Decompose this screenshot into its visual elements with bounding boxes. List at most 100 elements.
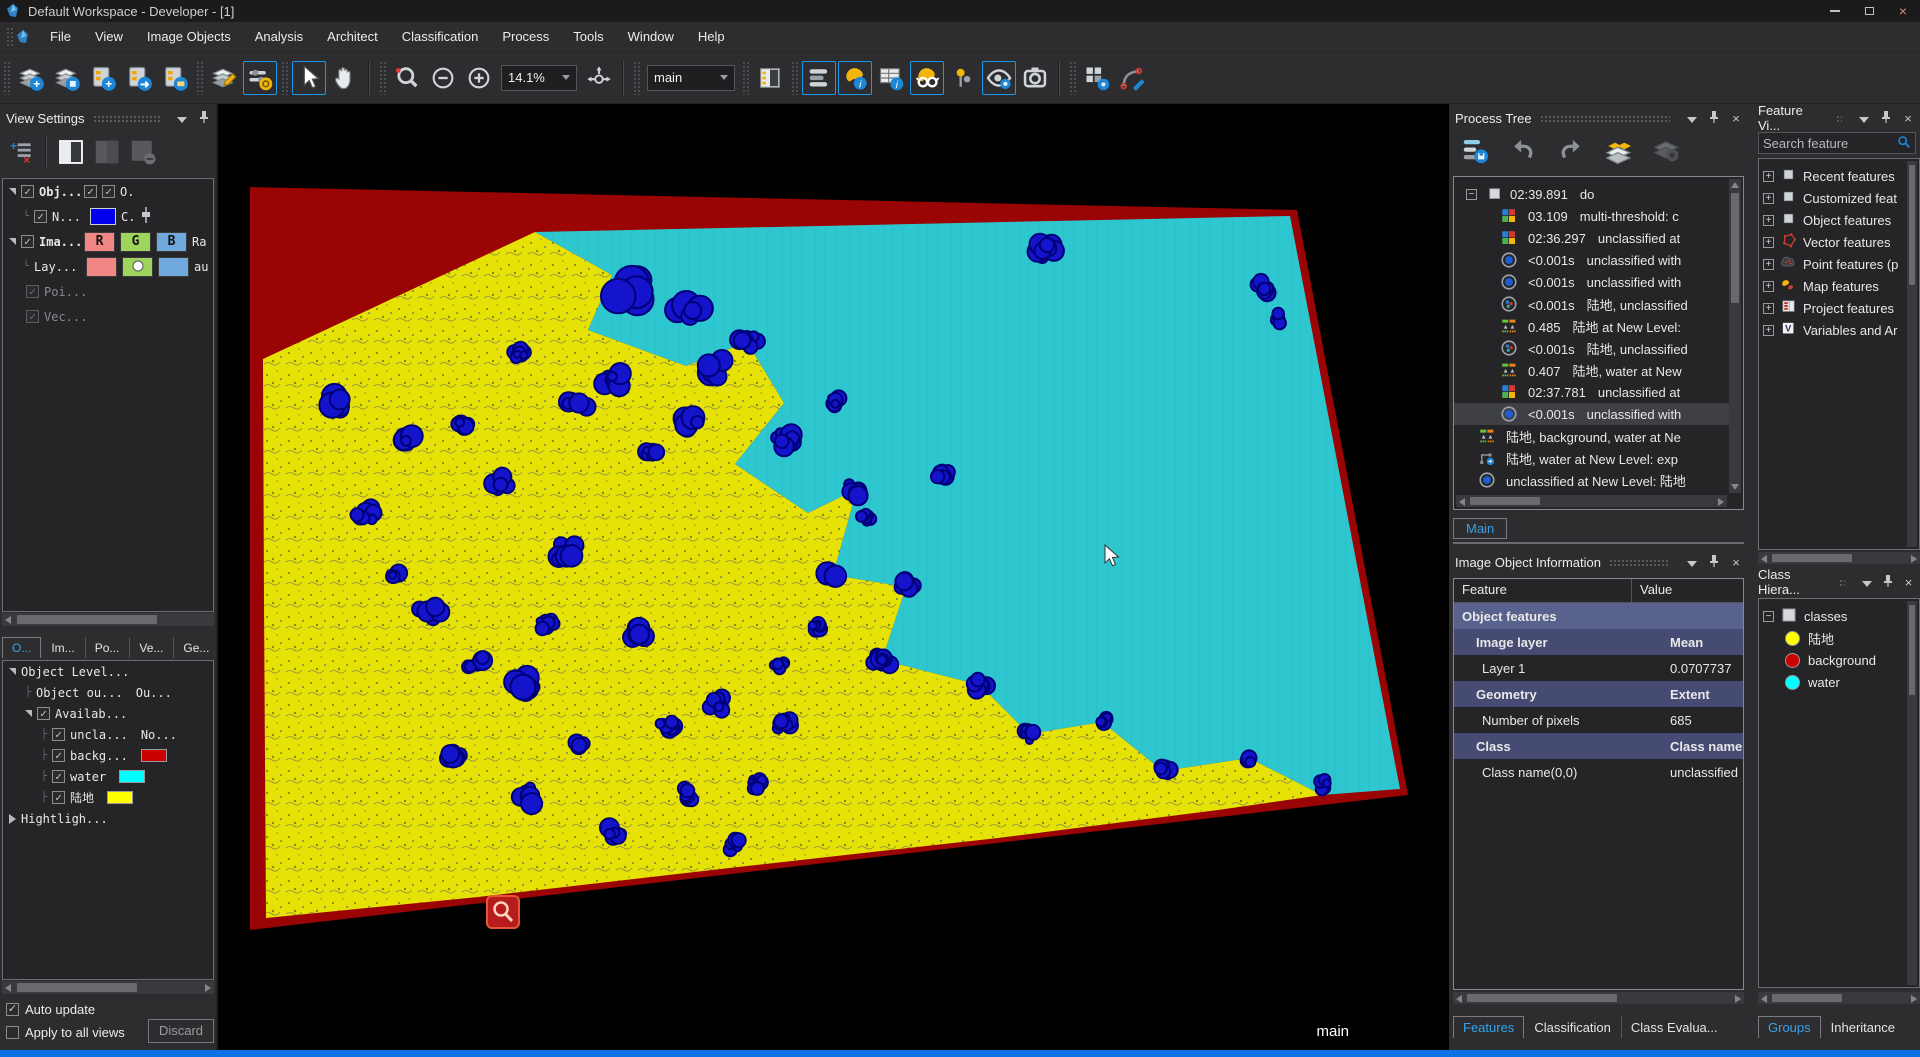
scroll-thumb[interactable]: [1909, 605, 1915, 695]
process-row[interactable]: <0.001s陆地, unclassified: [1454, 293, 1729, 315]
toolbar-group-handle[interactable]: [633, 61, 640, 95]
zoom-out-icon[interactable]: [426, 61, 460, 95]
expand-icon[interactable]: +: [1763, 259, 1774, 270]
panel-menu-icon[interactable]: [174, 111, 190, 126]
left-tab-2[interactable]: Po...: [85, 637, 130, 658]
apply-all-views-checkbox[interactable]: [6, 1026, 19, 1039]
panel-drag-handle[interactable]: [93, 115, 160, 122]
panel-drag-handle[interactable]: [1836, 115, 1842, 122]
process-row[interactable]: 0.407陆地, water at New: [1454, 359, 1729, 381]
object-tree-row[interactable]: ├✓uncla...No...: [3, 724, 213, 745]
view-pin-icon[interactable]: [946, 61, 980, 95]
feature-search-input[interactable]: [1759, 136, 1893, 151]
process-row[interactable]: <0.001s陆地, unclassified: [1454, 337, 1729, 359]
map-select-combo[interactable]: main: [647, 65, 735, 91]
panel-drag-handle[interactable]: [1609, 559, 1670, 566]
close-panel-icon[interactable]: ×: [1728, 111, 1744, 126]
pin-icon[interactable]: [1706, 554, 1722, 571]
left-tab-0[interactable]: O...: [2, 637, 41, 658]
collapse-icon[interactable]: −: [1466, 189, 1477, 200]
ioi-col-value[interactable]: Value: [1632, 579, 1680, 602]
class-hierarchy-hscrollbar[interactable]: [1758, 992, 1920, 1004]
menubar-handle[interactable]: [6, 27, 14, 47]
view-settings-hscrollbar[interactable]: [2, 613, 214, 626]
panel-drag-handle[interactable]: [1540, 115, 1670, 122]
checkbox[interactable]: ✓: [52, 749, 65, 762]
view-table-icon[interactable]: i: [874, 61, 908, 95]
left-tab-3[interactable]: Ve...: [129, 637, 173, 658]
process-settings-icon[interactable]: [1650, 133, 1684, 167]
view-settings-row[interactable]: ✓Vec...: [3, 304, 213, 329]
collapse-icon[interactable]: [9, 814, 16, 824]
menu-item-architect[interactable]: Architect: [315, 24, 390, 49]
split-view-icon[interactable]: [753, 61, 787, 95]
checkbox[interactable]: ✓: [52, 791, 65, 804]
process-row[interactable]: 陆地, background, water at Ne: [1454, 425, 1729, 447]
expand-icon[interactable]: +: [1763, 215, 1774, 226]
feature-view-row[interactable]: +Object features: [1763, 209, 1907, 231]
object-tree-row[interactable]: ✓Availab...: [3, 703, 213, 724]
layer-color-swatch[interactable]: [90, 208, 116, 225]
band-cell[interactable]: B: [156, 232, 187, 252]
toolbar-group-handle[interactable]: [281, 61, 288, 95]
menu-item-analysis[interactable]: Analysis: [243, 24, 315, 49]
pin-icon[interactable]: [1880, 574, 1895, 591]
process-row[interactable]: <0.001sunclassified with: [1454, 249, 1729, 271]
feature-view-hscrollbar[interactable]: [1758, 552, 1920, 564]
minimize-button[interactable]: [1818, 0, 1852, 22]
edit-layers-icon[interactable]: [207, 61, 241, 95]
view-classification-icon[interactable]: i: [838, 61, 872, 95]
expand-icon[interactable]: [9, 238, 16, 245]
ioi-row[interactable]: GeometryExtent: [1454, 681, 1743, 707]
two-pane-view-icon[interactable]: [90, 135, 124, 169]
object-tree-row[interactable]: ├✓water: [3, 766, 213, 787]
checkbox[interactable]: ✓: [26, 285, 39, 298]
process-tree-hscrollbar[interactable]: [1456, 495, 1727, 507]
process-row[interactable]: <0.001sunclassified with: [1454, 271, 1729, 293]
checkbox[interactable]: ✓: [102, 185, 115, 198]
view-glasses-icon[interactable]: [910, 61, 944, 95]
object-tree-row[interactable]: ├✓backg...: [3, 745, 213, 766]
scroll-up-arrow[interactable]: [1731, 182, 1739, 188]
close-panel-icon[interactable]: ×: [1900, 111, 1916, 126]
tab-class-evalua-[interactable]: Class Evalua...: [1621, 1016, 1728, 1038]
toolbar-group-handle[interactable]: [791, 61, 798, 95]
menu-item-window[interactable]: Window: [616, 24, 686, 49]
draw-curve-icon[interactable]: [1116, 61, 1150, 95]
add-layer-icon[interactable]: +: [86, 61, 120, 95]
class-hierarchy-root-row[interactable]: −classes: [1763, 605, 1907, 627]
navigate-icon[interactable]: [582, 61, 616, 95]
four-pane-view-icon[interactable]: [126, 135, 160, 169]
ioi-hscrollbar[interactable]: [1453, 992, 1744, 1004]
layer-mixing-icon[interactable]: [243, 61, 277, 95]
view-settings-row[interactable]: └Lay...au: [3, 254, 213, 279]
scroll-thumb[interactable]: [1731, 193, 1739, 303]
feature-view-row[interactable]: +Map features: [1763, 275, 1907, 297]
expand-icon[interactable]: [9, 668, 16, 675]
panel-drag-handle[interactable]: [1839, 579, 1845, 586]
class-hierarchy-vscrollbar[interactable]: [1907, 601, 1917, 985]
expand-icon[interactable]: [25, 710, 32, 717]
new-project-icon[interactable]: +: [14, 61, 48, 95]
edit-view-settings-icon[interactable]: +×: [5, 135, 39, 169]
discard-button[interactable]: Discard: [148, 1019, 214, 1043]
checkbox[interactable]: ✓: [52, 770, 65, 783]
view-settings-row[interactable]: └✓N...C.: [3, 204, 213, 229]
process-row[interactable]: 陆地, water at New Level: exp: [1454, 447, 1729, 469]
zoom-select-icon[interactable]: [390, 61, 424, 95]
ioi-row[interactable]: Number of pixels685: [1454, 707, 1743, 733]
object-tree-row[interactable]: ├Object ou...Ou...: [3, 682, 213, 703]
tab-groups[interactable]: Groups: [1758, 1016, 1821, 1038]
restore-button[interactable]: [1852, 0, 1886, 22]
auto-update-checkbox[interactable]: ✓: [6, 1003, 19, 1016]
view-layer-icon[interactable]: [802, 61, 836, 95]
ioi-row[interactable]: ClassClass name: [1454, 733, 1743, 759]
scroll-thumb[interactable]: [1470, 497, 1540, 505]
class-row[interactable]: water: [1763, 671, 1907, 693]
expand-icon[interactable]: +: [1763, 171, 1774, 182]
toolbar-group-handle[interactable]: [3, 61, 10, 95]
feature-view-row[interactable]: +Project features: [1763, 297, 1907, 319]
checkbox[interactable]: ✓: [21, 235, 34, 248]
cursor-icon[interactable]: [292, 61, 326, 95]
ioi-col-feature[interactable]: Feature: [1454, 579, 1632, 602]
